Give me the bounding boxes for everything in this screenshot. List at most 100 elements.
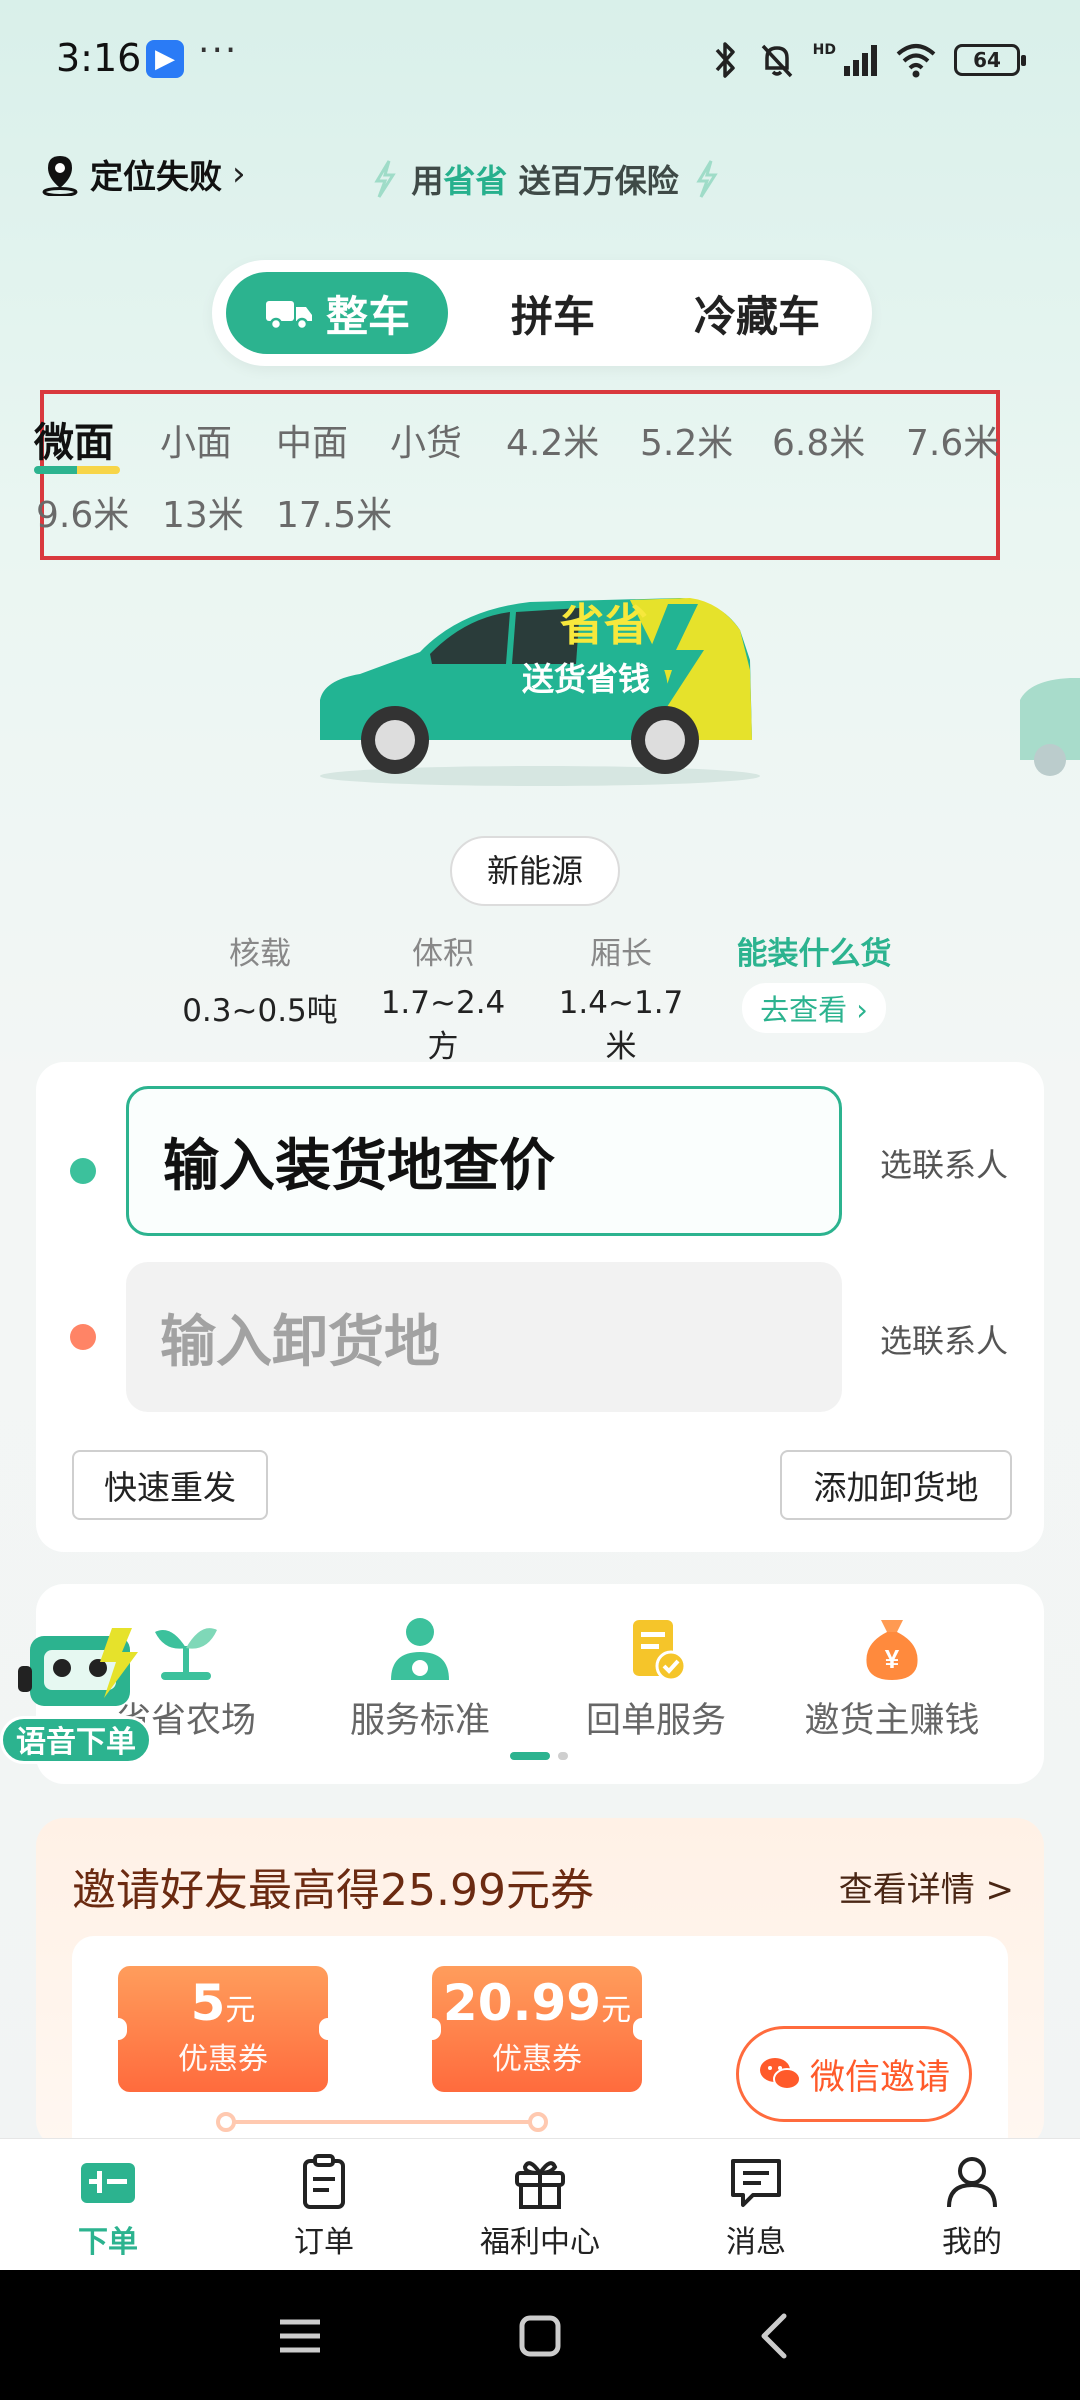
invite-title: 邀请好友最高得25.99元券 xyxy=(72,1865,594,1916)
driver-icon xyxy=(391,1618,449,1680)
svg-text:¥: ¥ xyxy=(885,1644,900,1674)
lightning-icon xyxy=(374,160,397,198)
app-notification-icon: ▶ xyxy=(146,40,184,78)
home-icon[interactable] xyxy=(512,2308,568,2364)
add-unload-point-button[interactable]: 添加卸货地 xyxy=(780,1450,1012,1520)
truck-icon xyxy=(265,301,312,331)
more-notifications-icon: ··· xyxy=(198,30,239,71)
spec-label: 厢长 xyxy=(590,936,652,972)
vehicle-type-4-2m[interactable]: 4.2米 xyxy=(506,414,599,466)
coupon-unit: 元 xyxy=(601,1993,632,2028)
back-icon[interactable] xyxy=(748,2308,804,2364)
vehicle-type-zhongmian[interactable]: 中面 xyxy=(276,414,348,466)
reward-progress-dot xyxy=(528,2112,548,2132)
nav-orders[interactable]: 订单 xyxy=(216,2153,432,2261)
service-receipt[interactable]: 回单服务 xyxy=(536,1614,776,1743)
vehicle-type-9-6m[interactable]: 9.6米 xyxy=(36,486,129,538)
wechat-invite-label: 微信邀请 xyxy=(809,2057,950,2098)
service-label: 服务标准 xyxy=(349,1701,490,1741)
cargo-link-label: 能装什么货 xyxy=(736,936,892,972)
spec-value: 1.7~2.4方 xyxy=(380,985,506,1065)
location-pin-icon xyxy=(42,156,78,196)
system-navigation-bar xyxy=(0,2270,1080,2400)
tab-carpool[interactable]: 拼车 xyxy=(468,272,638,354)
nav-messages[interactable]: 消息 xyxy=(648,2153,864,2261)
select-contact-unload-link[interactable]: 选联系人 xyxy=(880,1316,1008,1362)
gift-icon xyxy=(515,2161,565,2209)
spec-payload: 核载 0.3~0.5吨 xyxy=(180,928,340,1030)
nav-benefits[interactable]: 福利中心 xyxy=(432,2153,648,2261)
vehicle-type-17-5m[interactable]: 17.5米 xyxy=(276,486,392,538)
services-card: 省省农场 服务标准 回单服务 ¥ 邀货主赚钱 xyxy=(36,1584,1044,1784)
vehicle-type-13m[interactable]: 13米 xyxy=(162,486,244,538)
spec-box-length: 厢长 1.4~1.7米 xyxy=(546,928,696,1066)
van-slogan-text: 送货省钱 xyxy=(522,661,650,697)
bottom-tab-bar: 下单 订单 福利中心 消息 我的 xyxy=(0,2138,1080,2270)
invite-detail-link[interactable]: 查看详情 > xyxy=(839,1862,1014,1911)
reward-progress-line xyxy=(228,2120,542,2124)
system-icons: HD 64 xyxy=(711,38,1026,82)
active-tab-indicator xyxy=(34,466,120,474)
mute-bell-icon xyxy=(761,44,792,78)
lightning-icon xyxy=(695,160,718,198)
vehicle-type-6-8m[interactable]: 6.8米 xyxy=(772,414,865,466)
service-standards[interactable]: 服务标准 xyxy=(300,1614,540,1743)
coupon-20-99: 20.99元 优惠券 xyxy=(423,1966,651,2092)
location-text: 定位失败 xyxy=(90,157,222,196)
order-place-icon xyxy=(81,2163,135,2203)
receipt-check-icon xyxy=(633,1620,687,1682)
battery-indicator: 64 xyxy=(954,44,1026,76)
wechat-invite-button[interactable]: 微信邀请 xyxy=(736,2026,972,2122)
reward-progress-dot xyxy=(216,2112,236,2132)
quick-resend-button[interactable]: 快速重发 xyxy=(72,1450,268,1520)
coupon-label: 优惠券 xyxy=(178,2042,268,2077)
pager-dot xyxy=(558,1752,568,1760)
app-screen: 3:16 ▶ ··· HD 64 定位失败 › 用省省 送百万保险 整车 拼车 … xyxy=(0,0,1080,2400)
tab-whole-vehicle[interactable]: 整车 xyxy=(226,272,448,354)
load-address-input[interactable]: 输入装货地查价 xyxy=(126,1086,842,1236)
spec-value: 1.4~1.7米 xyxy=(558,985,684,1065)
unload-address-input[interactable]: 输入卸货地 xyxy=(126,1262,842,1412)
clipboard-icon xyxy=(303,2154,345,2209)
promo-prefix: 用 xyxy=(411,162,444,200)
location-selector[interactable]: 定位失败 › xyxy=(40,150,246,198)
vehicle-type-xiaomian[interactable]: 小面 xyxy=(160,414,232,466)
spec-label: 体积 xyxy=(412,936,474,972)
vehicle-type-weimian[interactable]: 微面 xyxy=(34,410,114,468)
address-card: 输入装货地查价 选联系人 输入卸货地 选联系人 快速重发 添加卸货地 xyxy=(36,1062,1044,1552)
vehicle-type-xiaohuo[interactable]: 小货 xyxy=(390,414,462,466)
voice-order-button[interactable]: 语音下单 xyxy=(0,1716,152,1764)
wechat-icon xyxy=(759,2058,801,2090)
vehicle-type-7-6m[interactable]: 7.6米 xyxy=(906,414,999,466)
service-type-tabs: 整车 拼车 冷藏车 xyxy=(212,260,872,366)
nav-me[interactable]: 我的 xyxy=(864,2153,1080,2261)
load-point-dot xyxy=(70,1158,96,1184)
nav-place-order[interactable]: 下单 xyxy=(0,2153,216,2261)
coupon-unit: 元 xyxy=(225,1993,256,2028)
message-icon xyxy=(731,2159,781,2207)
select-contact-load-link[interactable]: 选联系人 xyxy=(880,1140,1008,1186)
spec-label: 核载 xyxy=(229,936,291,972)
coupon-label: 优惠券 xyxy=(492,2042,582,2077)
cargo-suitability: 能装什么货 去查看 › xyxy=(726,928,902,1033)
service-label: 回单服务 xyxy=(585,1701,726,1741)
signal-icon xyxy=(844,45,877,76)
nav-label: 下单 xyxy=(78,2225,138,2260)
status-bar: 3:16 ▶ ··· HD 64 xyxy=(0,0,1080,120)
view-cargo-button[interactable]: 去查看 › xyxy=(742,983,886,1033)
insurance-promo-banner[interactable]: 用省省 送百万保险 xyxy=(340,150,750,208)
unload-point-dot xyxy=(70,1324,96,1350)
money-bag-icon: ¥ xyxy=(866,1620,918,1680)
promo-brand: 省省 xyxy=(443,162,508,200)
coupon-amount: 5元 xyxy=(118,1974,328,2032)
hd-indicator: HD xyxy=(812,42,836,58)
coupon-5: 5元 优惠券 xyxy=(109,1966,337,2092)
status-time: 3:16 xyxy=(56,36,142,80)
vehicle-type-5-2m[interactable]: 5.2米 xyxy=(640,414,733,466)
nav-label: 我的 xyxy=(942,2225,1002,2260)
coupon-amount: 20.99元 xyxy=(432,1974,642,2032)
menu-icon[interactable] xyxy=(272,2308,328,2364)
tab-refrigerated[interactable]: 冷藏车 xyxy=(652,272,862,354)
van-brand-text: 省省 xyxy=(560,601,648,650)
service-invite-shipper[interactable]: ¥ 邀货主赚钱 xyxy=(772,1614,1012,1743)
